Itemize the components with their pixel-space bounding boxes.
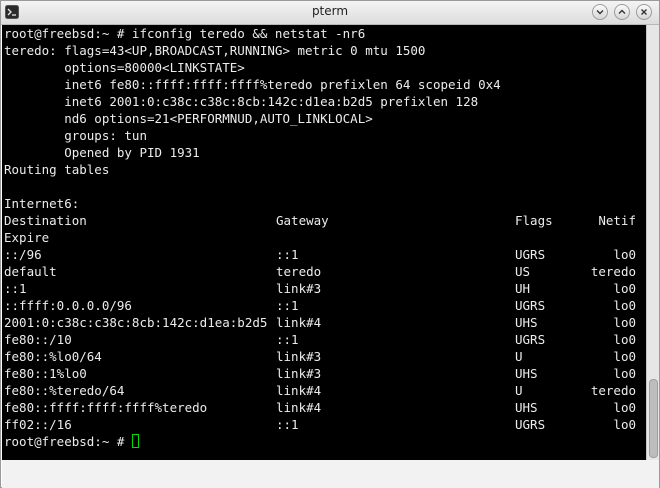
route-gateway: ::1 <box>276 298 299 313</box>
header-gateway: Gateway <box>276 213 329 228</box>
close-button[interactable] <box>636 4 652 20</box>
terminal-line: inet6 fe80::ffff:ffff:ffff%teredo prefix… <box>4 77 501 92</box>
pterm-window: pterm root@freebsd:~ # ifconfig teredo &… <box>0 0 660 488</box>
terminal-line: Routing tables <box>4 162 110 177</box>
route-gateway: ::1 <box>276 332 299 347</box>
terminal-line: inet6 2001:0:c38c:c38c:8cb:142c:d1ea:b2d… <box>4 94 479 109</box>
close-icon <box>641 9 647 15</box>
route-gateway: teredo <box>276 264 322 279</box>
route-netif: lo0 <box>613 281 636 296</box>
chevron-down-icon <box>596 10 604 15</box>
prompt-line[interactable]: root@freebsd:~ # <box>4 433 139 450</box>
route-flags: U <box>515 383 523 398</box>
minimize-button[interactable] <box>592 4 608 20</box>
prompt-text: root@freebsd:~ # <box>4 434 132 449</box>
route-netif: lo0 <box>613 400 636 415</box>
window-bottom-area <box>2 460 659 488</box>
chevron-up-icon <box>618 9 626 14</box>
route-destination: fe80::%lo0/64 <box>4 349 102 364</box>
route-netif: lo0 <box>613 366 636 381</box>
route-destination: ::/96 <box>4 247 42 262</box>
route-gateway: link#4 <box>276 383 322 398</box>
route-gateway: link#4 <box>276 400 322 415</box>
route-destination: ::1 <box>4 281 27 296</box>
terminal-line: Opened by PID 1931 <box>4 145 200 160</box>
header-expire: Expire <box>4 230 50 245</box>
route-gateway: link#3 <box>276 281 322 296</box>
route-flags: UHS <box>515 366 538 381</box>
route-netif: lo0 <box>613 349 636 364</box>
window-title: pterm <box>311 4 349 18</box>
route-flags: UHS <box>515 315 538 330</box>
route-netif: lo0 <box>613 298 636 313</box>
header-flags: Flags <box>515 213 553 228</box>
header-destination: Destination <box>4 213 87 228</box>
route-destination: fe80::/10 <box>4 332 72 347</box>
route-flags: UGRS <box>515 332 546 347</box>
header-netif: Netif <box>598 213 636 228</box>
route-destination: default <box>4 264 57 279</box>
route-netif: teredo <box>590 264 636 279</box>
maximize-button[interactable] <box>614 4 630 20</box>
route-flags: US <box>515 264 531 279</box>
route-flags: UGRS <box>515 298 546 313</box>
route-flags: UGRS <box>515 247 546 262</box>
scrollbar-thumb[interactable] <box>649 379 658 458</box>
route-destination: fe80::1%lo0 <box>4 366 87 381</box>
terminal-line: nd6 options=21<PERFORMNUD,AUTO_LINKLOCAL… <box>4 111 373 126</box>
route-netif: lo0 <box>613 417 636 432</box>
terminal-screen[interactable]: root@freebsd:~ # ifconfig teredo && nets… <box>2 25 646 460</box>
route-netif: lo0 <box>613 315 636 330</box>
route-flags: U <box>515 349 523 364</box>
terminal-line: teredo: flags=43<UP,BROADCAST,RUNNING> m… <box>4 43 426 58</box>
terminal-line: options=80000<LINKSTATE> <box>4 60 245 75</box>
route-netif: teredo <box>590 383 636 398</box>
vertical-scrollbar[interactable] <box>646 25 659 460</box>
route-destination: fe80::ffff:ffff:ffff%teredo <box>4 400 208 415</box>
route-flags: UGRS <box>515 417 546 432</box>
route-gateway: link#3 <box>276 366 322 381</box>
text-cursor <box>131 434 139 448</box>
route-gateway: link#3 <box>276 349 322 364</box>
route-netif: lo0 <box>613 332 636 347</box>
route-flags: UH <box>515 281 531 296</box>
terminal-line: Internet6: <box>4 196 80 211</box>
route-gateway: ::1 <box>276 417 299 432</box>
terminal-line: root@freebsd:~ # ifconfig teredo && nets… <box>4 26 366 41</box>
route-destination: ::ffff:0.0.0.0/96 <box>4 298 132 313</box>
route-netif: lo0 <box>613 247 636 262</box>
route-gateway: link#4 <box>276 315 322 330</box>
route-destination: fe80::%teredo/64 <box>4 383 125 398</box>
route-gateway: ::1 <box>276 247 299 262</box>
route-destination: 2001:0:c38c:c38c:8cb:142c:d1ea:b2d5 <box>4 315 268 330</box>
terminal-line: groups: tun <box>4 128 147 143</box>
route-flags: UHS <box>515 400 538 415</box>
route-destination: ff02::/16 <box>4 417 72 432</box>
title-bar[interactable]: pterm <box>1 1 659 25</box>
